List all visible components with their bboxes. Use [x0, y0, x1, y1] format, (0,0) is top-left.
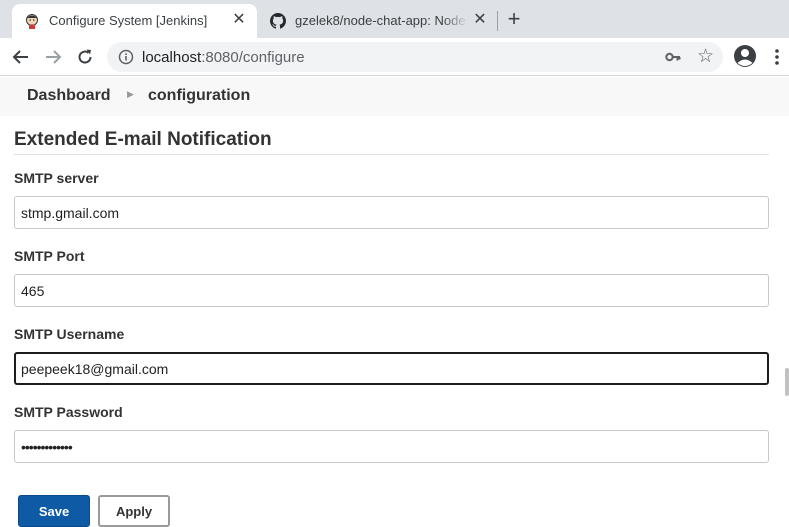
tab-github[interactable]: gzelek8/node-chat-app: Node C ✕: [258, 4, 498, 38]
more-menu-icon[interactable]: [771, 47, 783, 67]
smtp-password-input[interactable]: [14, 430, 769, 463]
arrow-right-icon: [46, 50, 62, 64]
back-button[interactable]: [10, 46, 32, 68]
breadcrumb-configuration[interactable]: configuration: [148, 87, 250, 105]
section-divider: [14, 154, 769, 155]
jenkins-icon: [26, 14, 38, 29]
bookmark-star-icon[interactable]: ☆: [697, 47, 714, 67]
apply-button[interactable]: Apply: [98, 495, 170, 527]
scrollbar-thumb[interactable]: [785, 368, 789, 396]
smtp-username-label: SMTP Username: [14, 326, 125, 342]
breadcrumb: Dashboard ▶ configuration: [0, 77, 789, 116]
reload-button[interactable]: [74, 46, 96, 68]
url-host: localhost: [142, 49, 202, 66]
smtp-username-input[interactable]: [14, 352, 769, 385]
smtp-port-input[interactable]: [14, 274, 769, 307]
smtp-port-label: SMTP Port: [14, 248, 85, 264]
reload-icon: [78, 49, 92, 64]
tab-close-icon[interactable]: ✕: [231, 12, 247, 28]
url-text[interactable]: localhost:8080/configure: [142, 49, 305, 66]
tab-configure-system[interactable]: Configure System [Jenkins] ✕: [12, 4, 257, 38]
address-bar[interactable]: localhost:8080/configure ☆: [107, 42, 723, 72]
key-icon[interactable]: [665, 50, 681, 64]
save-button[interactable]: Save: [18, 495, 90, 527]
browser-toolbar: localhost:8080/configure ☆: [0, 38, 789, 76]
tab-title: Configure System [Jenkins]: [49, 13, 208, 28]
breadcrumb-chevron-icon: ▶: [127, 89, 134, 99]
profile-avatar-icon[interactable]: [733, 44, 757, 68]
section-title: Extended E-mail Notification: [14, 129, 272, 150]
smtp-server-input[interactable]: [14, 196, 769, 229]
github-icon: [270, 13, 286, 29]
arrow-left-icon: [12, 50, 28, 64]
smtp-password-label: SMTP Password: [14, 404, 123, 420]
breadcrumb-dashboard[interactable]: Dashboard: [27, 87, 111, 105]
info-icon[interactable]: [118, 49, 134, 65]
smtp-server-label: SMTP server: [14, 170, 99, 186]
new-tab-button[interactable]: +: [503, 8, 525, 31]
url-path: :8080/configure: [201, 49, 305, 66]
tab-strip: Configure System [Jenkins] ✕ gzelek8/nod…: [0, 0, 789, 38]
tab-close-icon[interactable]: ✕: [472, 12, 488, 28]
forward-button[interactable]: [42, 46, 64, 68]
tab-title: gzelek8/node-chat-app: Node C: [295, 13, 468, 28]
